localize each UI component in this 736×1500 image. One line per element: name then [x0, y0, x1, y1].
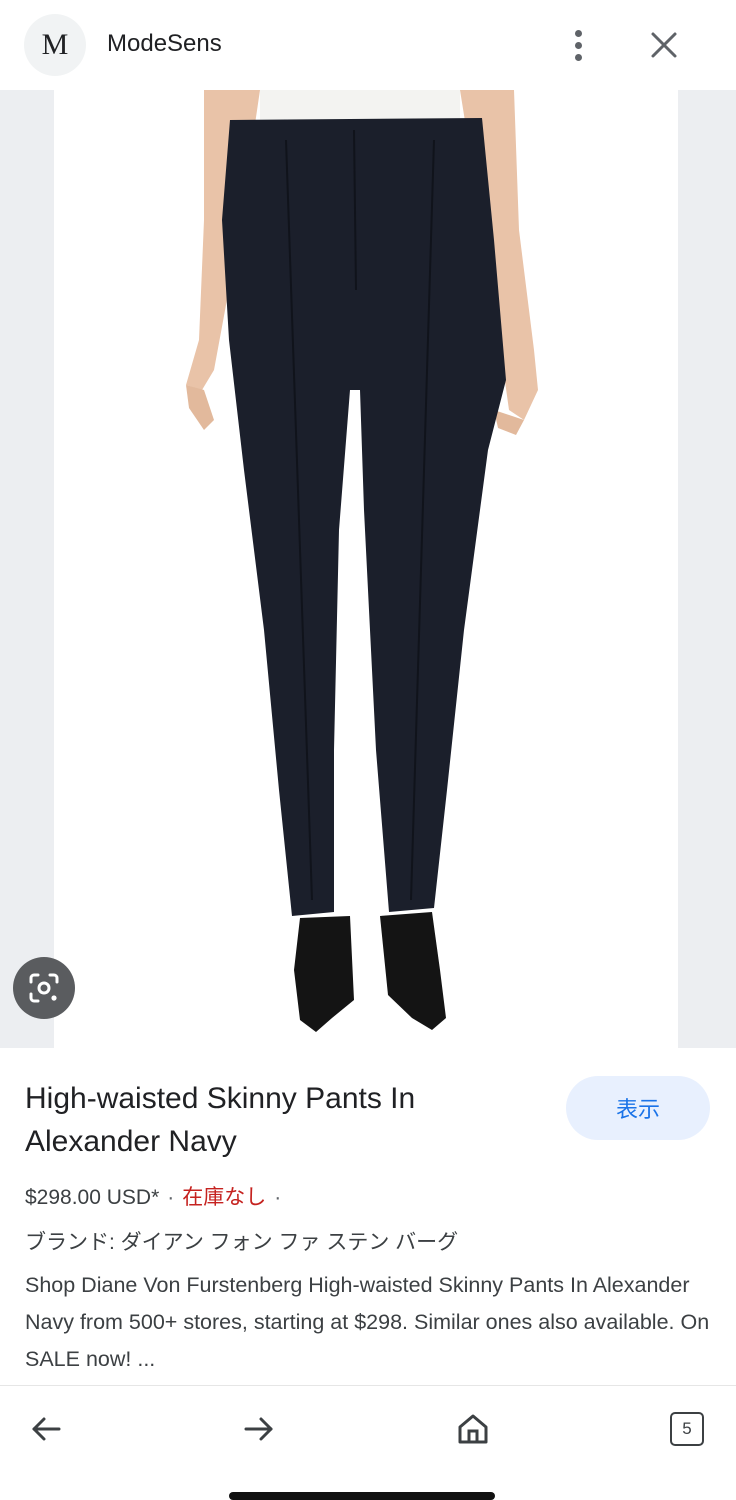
brand-line: ブランド: ダイアン フォン ファ ステン バーグ: [25, 1231, 459, 1254]
home-icon[interactable]: [448, 1404, 498, 1454]
next-image-edge[interactable]: [678, 90, 736, 1048]
header: M ModeSens: [0, 0, 736, 90]
arrow-right-icon[interactable]: [234, 1404, 284, 1454]
product-title[interactable]: High-waisted Skinny Pants In Alexander N…: [25, 1077, 545, 1163]
price: $298.00 USD*: [25, 1186, 160, 1209]
lens-search-icon[interactable]: [13, 957, 75, 1019]
home-indicator[interactable]: [229, 1492, 495, 1500]
site-logo[interactable]: M: [24, 14, 86, 76]
tab-count: 5: [670, 1412, 704, 1446]
arrow-left-icon[interactable]: [21, 1404, 71, 1454]
site-logo-letter: M: [41, 28, 69, 61]
close-icon[interactable]: [645, 26, 683, 64]
view-button[interactable]: 表示: [566, 1076, 710, 1140]
bottom-nav: 5: [0, 1385, 736, 1500]
product-image-area: [0, 90, 736, 1048]
product-description: Shop Diane Von Furstenberg High-waisted …: [25, 1273, 710, 1371]
product-image[interactable]: [54, 90, 678, 1048]
tab-switcher-button[interactable]: 5: [662, 1404, 712, 1454]
price-line: $298.00 USD* · 在庫なし ·: [25, 1186, 282, 1209]
site-name: ModeSens: [107, 30, 222, 57]
stock-status: 在庫なし: [182, 1186, 267, 1209]
previous-image-edge[interactable]: [0, 90, 54, 1048]
more-vert-icon[interactable]: [560, 22, 596, 68]
